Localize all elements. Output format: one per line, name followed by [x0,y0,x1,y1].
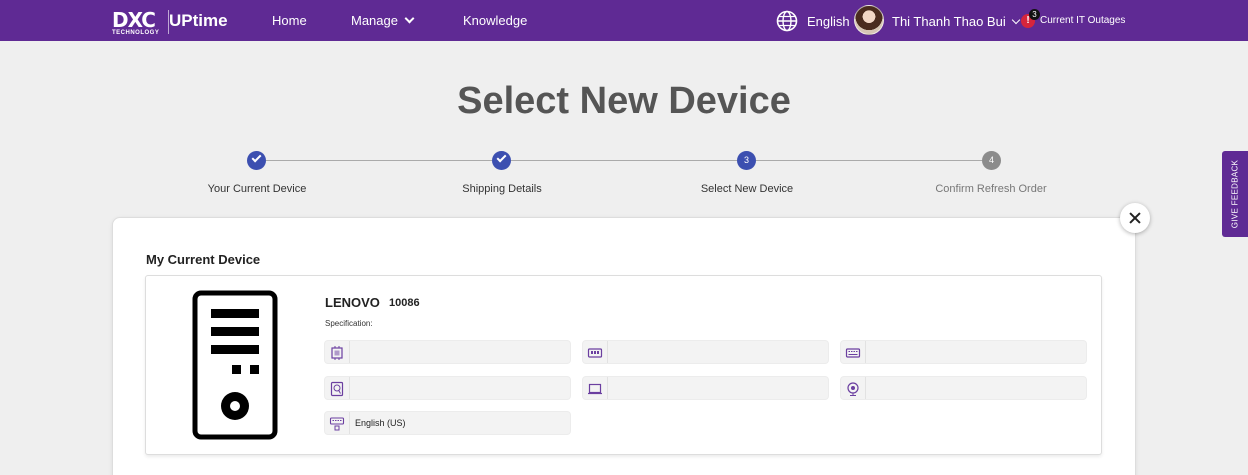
memory-icon [587,348,603,358]
logo-mark: DXC [112,8,156,32]
logo-product-name: UPtime [169,11,228,30]
step-connector [511,160,737,161]
processor-icon [331,346,343,360]
user-avatar[interactable] [854,5,884,35]
dxc-uptime-logo[interactable]: DXC TECHNOLOGY UPtime [112,8,232,38]
step-1-check-icon[interactable] [247,151,266,170]
language-selector[interactable]: English [807,14,850,29]
section-title: My Current Device [146,252,261,267]
step-2-check-icon[interactable] [492,151,511,170]
logo-subtext: TECHNOLOGY [112,30,160,36]
desktop-tower-icon [192,290,278,440]
globe-icon[interactable] [776,10,798,32]
device-brand: LENOVO [325,295,380,310]
user-menu[interactable]: Thi Thanh Thao Bui [892,14,1020,29]
current-device-panel [145,275,1102,455]
step-4-label: Confirm Refresh Order [935,183,1047,195]
step-3-indicator: 3 [737,151,756,170]
spec-memory-field [582,340,829,364]
step-2-label: Shipping Details [462,183,542,195]
nav-manage-label: Manage [351,13,398,28]
device-model: 10086 [389,297,420,309]
spec-value: English (US) [355,418,406,428]
keyboard-icon [845,348,861,358]
step-1-label: Your Current Device [207,183,307,195]
spec-screen-field [582,376,829,400]
step-4-indicator: 4 [982,151,1001,170]
step-connector [266,160,492,161]
spec-webcam-field [840,376,1087,400]
screen-icon [588,383,602,395]
spec-processor-field [324,340,571,364]
step-connector [756,160,982,161]
step-3-label: Select New Device [700,183,794,195]
keyboard-language-icon [329,417,345,431]
give-feedback-label: GIVE FEEDBACK [1230,159,1240,229]
storage-icon [330,381,344,397]
webcam-icon [847,382,859,396]
current-it-outages-link[interactable]: Current IT Outages [1040,15,1125,26]
top-nav-bar: DXC TECHNOLOGY UPtime Home Manage Knowle… [0,0,1248,41]
chevron-down-icon [404,13,415,24]
nav-manage[interactable]: Manage [351,13,415,28]
nav-knowledge[interactable]: Knowledge [463,13,527,28]
alert-count-badge: 3 [1029,9,1040,20]
nav-home[interactable]: Home [272,13,307,28]
close-icon[interactable] [1120,203,1150,233]
give-feedback-tab[interactable]: GIVE FEEDBACK [1222,151,1248,237]
chevron-down-icon [1011,15,1020,25]
specification-label: Specification: [325,319,373,328]
page-title: Select New Device [457,80,791,122]
spec-keyboard-language-field: English (US) [324,411,571,435]
spec-storage-field [324,376,571,400]
spec-keyboard-field [840,340,1087,364]
user-name: Thi Thanh Thao Bui [892,14,1006,29]
